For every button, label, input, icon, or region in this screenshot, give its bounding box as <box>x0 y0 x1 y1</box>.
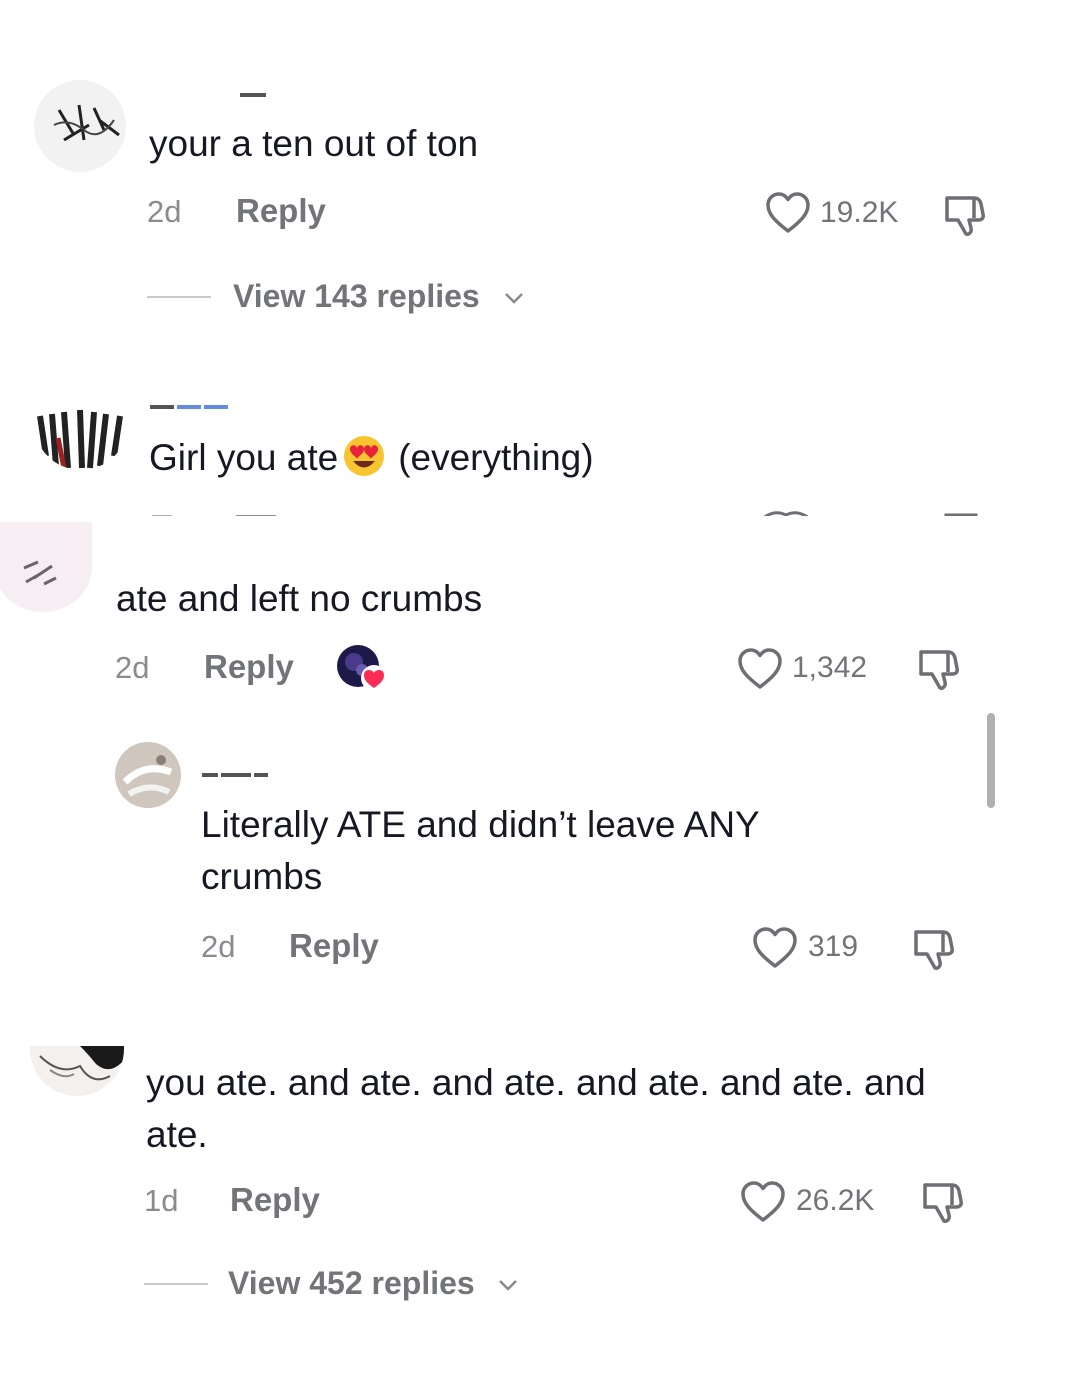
reply-button[interactable]: Reply <box>204 648 294 686</box>
chevron-down-icon[interactable] <box>503 290 525 306</box>
thumbs-down-icon[interactable] <box>942 192 988 238</box>
comment-text: you ate. and ate. and ate. and ate. and … <box>146 1062 926 1155</box>
comment-text: Literally ATE and didn’t leave ANY crumb… <box>201 804 760 897</box>
replies-divider <box>144 1283 208 1285</box>
replies-divider <box>147 296 211 298</box>
avatar-image <box>53 104 120 142</box>
chevron-down-icon[interactable] <box>497 1277 519 1293</box>
username[interactable] <box>240 86 269 100</box>
clipped-meta-row <box>140 506 1020 516</box>
comment-text: Girl you ate (everything) <box>149 432 594 484</box>
avatar[interactable] <box>34 80 126 172</box>
thumbs-down-icon[interactable] <box>920 1179 966 1225</box>
avatar[interactable] <box>30 1046 124 1096</box>
like-count: 1,342 <box>792 651 868 684</box>
creator-avatar-heart-icon <box>337 645 387 691</box>
reply-button[interactable]: Reply <box>236 192 326 230</box>
heart-outline-icon[interactable] <box>737 648 783 690</box>
thumbs-down-icon[interactable] <box>916 646 962 692</box>
comment-age: 2d <box>201 929 236 964</box>
scrollbar[interactable] <box>987 713 995 808</box>
heart-outline-icon[interactable] <box>765 192 811 234</box>
avatar-image <box>39 1046 124 1081</box>
like-count: 26.2K <box>796 1184 875 1217</box>
comment-text: your a ten out of ton <box>149 123 479 164</box>
reply-button[interactable]: Reply <box>230 1181 320 1219</box>
heart-outline-icon[interactable] <box>740 1181 786 1223</box>
view-replies-button[interactable]: View 452 replies <box>228 1265 475 1302</box>
avatar[interactable] <box>0 522 92 612</box>
like-count: 19.2K <box>820 196 899 229</box>
username[interactable] <box>202 766 271 780</box>
comment-age: 1d <box>144 1183 179 1218</box>
avatar-image <box>115 742 181 808</box>
avatar[interactable] <box>115 742 181 808</box>
comment-text: ate and left no crumbs <box>116 578 483 619</box>
comment-text-part: Girl you ate <box>149 437 339 478</box>
reply-button[interactable]: Reply <box>289 927 379 965</box>
like-count: 319 <box>808 930 859 963</box>
thumbs-down-icon[interactable] <box>911 926 957 972</box>
comment-age: 2d <box>115 650 150 685</box>
view-replies-button[interactable]: View 143 replies <box>233 278 480 315</box>
heart-outline-icon[interactable] <box>752 927 798 969</box>
avatar-image <box>23 560 57 586</box>
heart-eyes-emoji <box>344 436 385 476</box>
comment-age: 2d <box>147 194 182 229</box>
avatar-image <box>37 409 123 469</box>
avatar[interactable] <box>34 376 128 470</box>
comment-text-part: (everything) <box>398 437 594 478</box>
username[interactable] <box>150 398 231 412</box>
